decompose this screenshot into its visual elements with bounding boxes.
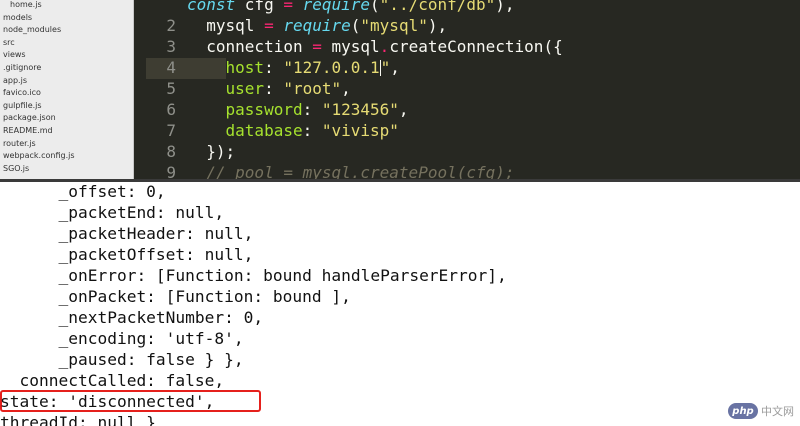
code-line: 8 }); (134, 141, 800, 162)
code-token: database (187, 121, 303, 140)
terminal-line: _onError: [Function: bound handleParserE… (0, 266, 507, 285)
code-line: 6 password: "123456", (134, 99, 800, 120)
editor-window: home.js models node_modules src views .gitign… (0, 0, 800, 179)
sidebar-file-item[interactable]: webpack.config.js (3, 150, 75, 162)
code-token: host (187, 58, 265, 77)
code-token: ({ (543, 37, 563, 56)
line-number: 5 (166, 79, 176, 98)
code-token: ), (427, 16, 448, 35)
code-token: password (187, 100, 303, 119)
code-token: "127.0.0.1 (283, 58, 380, 77)
sidebar-file-item[interactable]: favico.ico (3, 87, 41, 99)
code-token: "../conf/db" (379, 0, 496, 14)
code-text: // pool = mysql.createPool(cfg); (187, 162, 515, 179)
code-token: user (187, 79, 265, 98)
code-text: user: "root", (187, 78, 351, 99)
code-token: : (264, 79, 284, 98)
highlighted-state-line: state: 'disconnected', (0, 392, 215, 411)
code-line: 7 database: "vivisp" (134, 120, 800, 141)
code-token: createConnection (389, 37, 544, 56)
code-token: require (283, 16, 351, 35)
code-token: ( (370, 0, 380, 14)
code-token: }); (187, 142, 236, 161)
php-logo-icon: php (728, 403, 758, 419)
code-text: database: "vivisp" (187, 120, 399, 141)
code-token: "vivisp" (321, 121, 399, 140)
code-text: mysql = require("mysql"), (187, 15, 447, 36)
code-token: connection (187, 37, 313, 56)
code-token: "mysql" (360, 16, 428, 35)
code-token: "root" (283, 79, 342, 98)
code-token: : (302, 121, 322, 140)
terminal-output[interactable]: _offset: 0, _packetEnd: null, _packetHea… (0, 182, 800, 426)
file-tree-sidebar[interactable]: home.js models node_modules src views .gitign… (0, 0, 134, 179)
code-text: const cfg = require("../conf/db"), (187, 0, 515, 15)
watermark: php 中文网 (728, 400, 794, 422)
terminal-line: _packetHeader: null, (0, 224, 254, 243)
watermark-text: 中文网 (761, 405, 794, 418)
terminal-line: threadId: null } (0, 413, 156, 426)
sidebar-file-item[interactable]: src (3, 37, 15, 49)
terminal-line: _packetOffset: null, (0, 245, 254, 264)
line-number: 9 (166, 163, 176, 179)
code-line: const cfg = require("../conf/db"), (134, 0, 800, 15)
sidebar-file-item[interactable]: models (3, 12, 32, 24)
line-number: 2 (166, 16, 176, 35)
code-text: }); (187, 141, 235, 162)
code-token: = (264, 16, 284, 35)
sidebar-file-item[interactable]: home.js (10, 0, 42, 11)
sidebar-file-item[interactable]: app.js (3, 75, 27, 87)
sidebar-file-item[interactable]: gulpfile.js (3, 100, 42, 112)
sidebar-file-item[interactable]: README.md (3, 125, 53, 137)
code-token: ( (350, 16, 361, 35)
terminal-line: _onPacket: [Function: bound ], (0, 287, 351, 306)
terminal-line: connectCalled: false, (0, 371, 225, 390)
sidebar-file-item[interactable]: package.json (3, 112, 56, 124)
code-line: 5 user: "root", (134, 78, 800, 99)
code-token: mysql (187, 16, 265, 35)
code-token: " (380, 58, 391, 77)
code-token: // pool = mysql.createPool(cfg); (187, 163, 515, 179)
sidebar-file-item[interactable]: node_modules (3, 24, 61, 36)
terminal-line: _encoding: 'utf-8', (0, 329, 244, 348)
code-token: : (264, 58, 284, 77)
code-token: const (187, 0, 245, 14)
code-token: mysql (331, 37, 380, 56)
line-number: 4 (166, 58, 176, 77)
code-token: . (379, 37, 390, 56)
code-line: 2 mysql = require("mysql"), (134, 15, 800, 36)
terminal-line: _nextPacketNumber: 0, (0, 308, 264, 327)
sidebar-file-item[interactable]: SGO.js (3, 163, 29, 175)
code-token: = (312, 37, 332, 56)
line-number: 6 (166, 100, 176, 119)
code-token: cfg (244, 0, 284, 14)
terminal-line: _packetEnd: null, (0, 203, 225, 222)
terminal-line: _offset: 0, (0, 182, 166, 201)
code-line: 9 // pool = mysql.createPool(cfg); (134, 162, 800, 179)
sidebar-file-item[interactable]: .gitignore (3, 62, 41, 74)
code-text: host: "127.0.0.1", (187, 57, 400, 78)
line-number: 7 (166, 121, 176, 140)
code-text: connection = mysql.createConnection({ (187, 36, 563, 57)
code-token: : (302, 100, 322, 119)
line-number: 3 (166, 37, 176, 56)
code-token: require (302, 0, 371, 14)
code-token: ), (495, 0, 515, 14)
code-token: = (283, 0, 303, 14)
code-token: , (398, 100, 409, 119)
code-editor[interactable]: const cfg = require("../conf/db"), 2 mysq… (134, 0, 800, 179)
terminal-line: _paused: false } }, (0, 350, 244, 369)
code-token: "123456" (321, 100, 399, 119)
code-line: 3 connection = mysql.createConnection({ (134, 36, 800, 57)
line-number: 8 (166, 142, 176, 161)
code-text: password: "123456", (187, 99, 409, 120)
sidebar-file-item[interactable]: views (3, 49, 26, 61)
code-line: 4 host: "127.0.0.1", (134, 57, 800, 78)
code-token: , (341, 79, 351, 98)
code-token: , (390, 58, 400, 77)
sidebar-file-item[interactable]: router.js (3, 138, 36, 150)
